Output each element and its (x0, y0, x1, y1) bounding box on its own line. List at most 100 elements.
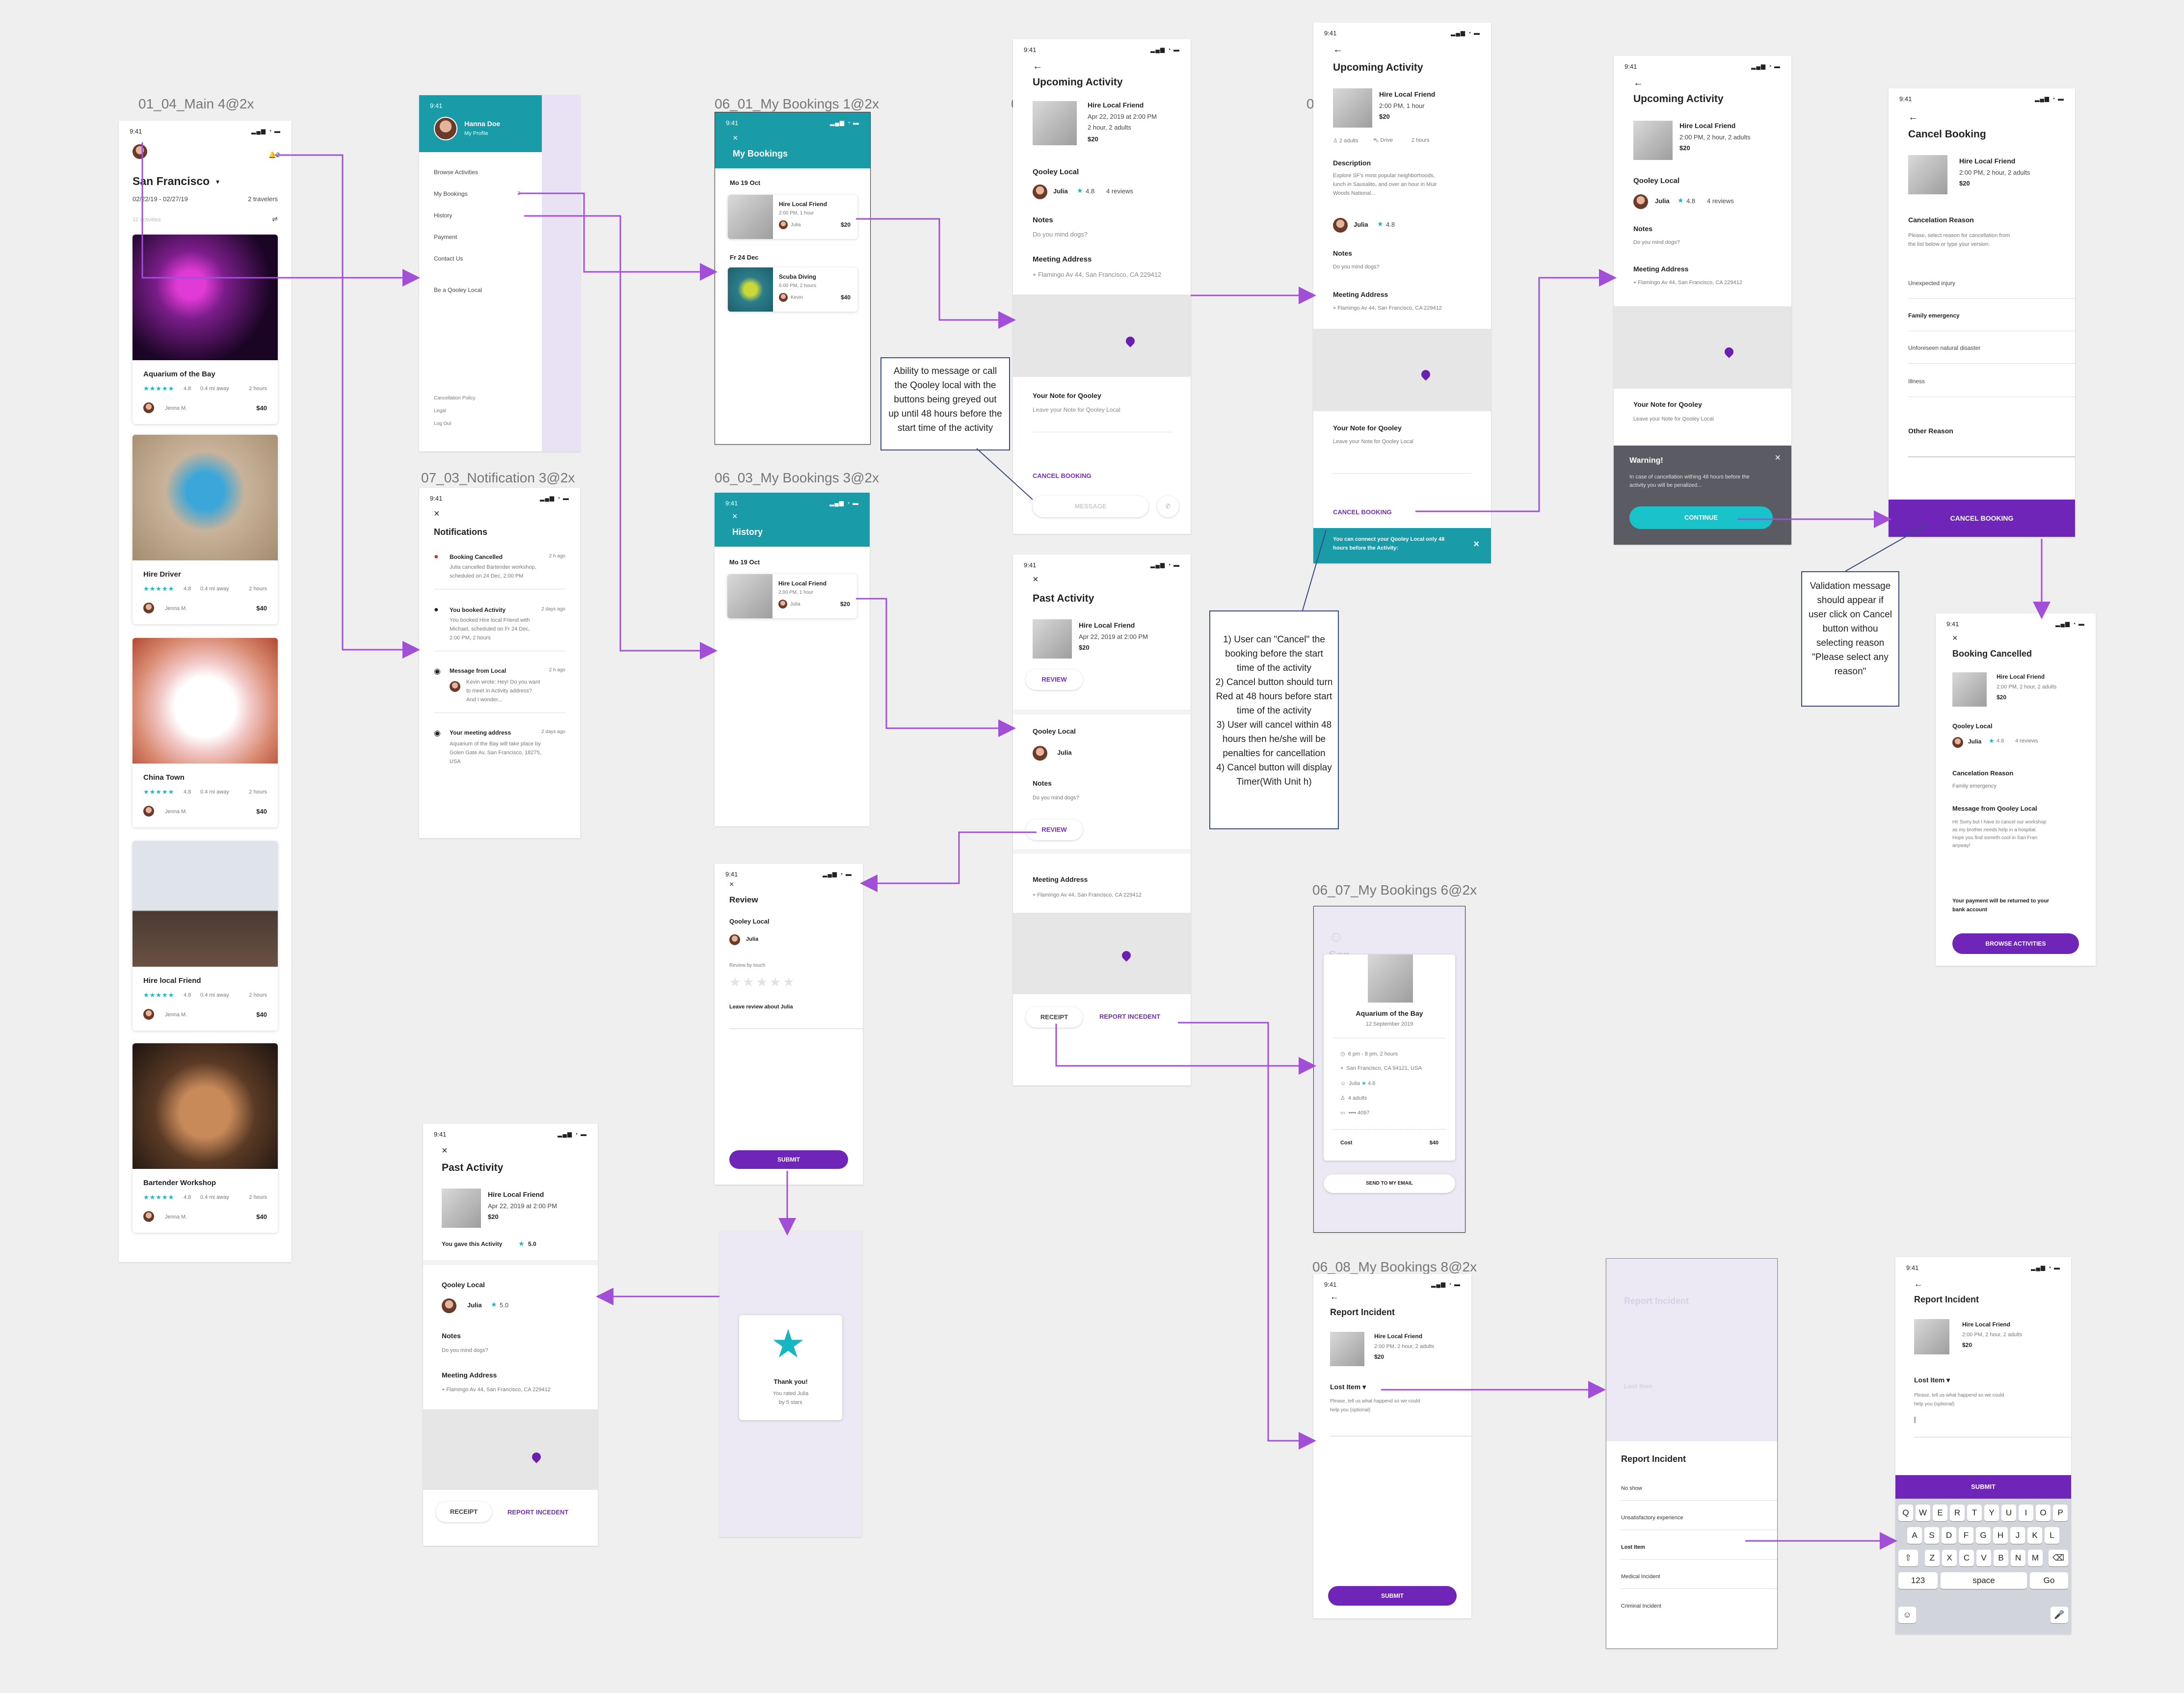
booking-item[interactable]: Hire Local Friend 2:00 PM, 1 hour Julia … (728, 195, 857, 239)
menu-item-payment[interactable]: Payment (434, 234, 457, 240)
review-button[interactable]: REVIEW (1026, 669, 1083, 690)
key-u[interactable]: U (2001, 1505, 2016, 1521)
reason-option[interactable]: Unexpected injury (1908, 280, 1955, 287)
key-i[interactable]: I (2019, 1505, 2033, 1521)
key-m[interactable]: M (2028, 1550, 2043, 1566)
notification-title[interactable]: You booked Activity (450, 607, 506, 613)
cancel-booking-button[interactable]: CANCEL BOOKING (1033, 472, 1092, 479)
note-input[interactable]: Leave your Note for Qooley Local (1333, 439, 1413, 445)
message-button[interactable]: MESSAGE (1033, 496, 1148, 517)
avatar[interactable] (434, 117, 457, 140)
menu-item-contact[interactable]: Contact Us (434, 255, 463, 262)
receipt-button[interactable]: RECEIPT (1026, 1007, 1083, 1028)
key-d[interactable]: D (1942, 1527, 1956, 1544)
key-h[interactable]: H (1993, 1527, 2008, 1544)
profile-link[interactable]: My Profile (464, 131, 488, 136)
key-123[interactable]: 123 (1898, 1572, 1938, 1589)
activity-card[interactable]: Hire Driver ★★★★★ 4.8 0.4 mi away 2 hour… (133, 435, 278, 624)
avatar[interactable] (133, 144, 147, 159)
date-range[interactable]: 02/22/19 - 02/27/19 (133, 195, 188, 203)
reason-option[interactable]: Unforeseen natural disaster (1908, 344, 1980, 351)
close-icon[interactable]: × (442, 1145, 448, 1157)
cancel-booking-button[interactable]: CANCEL BOOKING (1333, 508, 1392, 516)
key-j[interactable]: J (2010, 1527, 2025, 1544)
close-icon[interactable]: × (729, 880, 734, 889)
key-s[interactable]: S (1924, 1527, 1939, 1544)
other-reason-input[interactable] (1908, 456, 2075, 457)
back-arrow-icon[interactable]: ← (1908, 112, 1918, 123)
incident-option[interactable]: Unsatisfactory experience (1621, 1515, 1683, 1521)
reason-option[interactable]: Illness (1908, 378, 1925, 385)
report-incident-button[interactable]: REPORT INCEDENT (1099, 1013, 1160, 1020)
key-l[interactable]: L (2045, 1527, 2059, 1544)
submit-button[interactable]: SUBMIT (1328, 1586, 1457, 1606)
back-arrow-icon[interactable]: ← (1333, 44, 1343, 55)
send-email-button[interactable]: SEND TO MY EMAIL (1324, 1174, 1455, 1193)
local-avatar[interactable] (1633, 194, 1648, 209)
key-c[interactable]: C (1959, 1550, 1974, 1566)
review-button[interactable]: REVIEW (1026, 820, 1083, 840)
receipt-button[interactable]: RECEIPT (436, 1502, 492, 1522)
map[interactable] (1614, 306, 1791, 389)
activity-card[interactable]: Aquarium of the Bay ★★★★★ 4.8 0.4 mi awa… (133, 235, 278, 424)
notification-title[interactable]: Booking Cancelled (450, 554, 503, 560)
mic-icon[interactable]: 🎤 (2051, 1607, 2068, 1623)
key-e[interactable]: E (1933, 1505, 1947, 1521)
activity-card[interactable]: Bartender Workshop ★★★★★ 4.8 0.4 mi away… (133, 1043, 278, 1233)
key-n[interactable]: N (2011, 1550, 2025, 1566)
key-z[interactable]: Z (1925, 1550, 1940, 1566)
local-avatar[interactable] (1333, 218, 1348, 233)
local-avatar[interactable] (442, 1298, 456, 1313)
back-arrow-icon[interactable]: ← (1633, 78, 1643, 89)
key-y[interactable]: Y (1984, 1505, 1999, 1521)
map[interactable] (1013, 913, 1191, 994)
key-a[interactable]: A (1907, 1527, 1922, 1544)
star-rating-input[interactable]: ★★★★★ (729, 975, 797, 990)
menu-footer-logout[interactable]: Log Out (434, 421, 452, 426)
key-f[interactable]: F (1959, 1527, 1973, 1544)
map[interactable] (1313, 329, 1491, 411)
close-icon[interactable]: × (1473, 539, 1479, 550)
submit-button[interactable]: SUBMIT (729, 1150, 848, 1169)
close-icon[interactable]: × (732, 511, 738, 522)
close-icon[interactable]: × (1775, 452, 1781, 464)
activity-card[interactable]: Hire local Friend ★★★★★ 4.8 0.4 mi away … (133, 841, 278, 1031)
key-b[interactable]: B (1994, 1550, 2008, 1566)
key-r[interactable]: R (1950, 1505, 1965, 1521)
key-go[interactable]: Go (2030, 1572, 2068, 1589)
reason-option-selected[interactable]: Family emergency (1908, 312, 1960, 319)
backspace-key-icon[interactable]: ⌫ (2049, 1550, 2068, 1566)
key-space[interactable]: space (1941, 1572, 2027, 1589)
note-input[interactable]: Leave your Note for Qooley Local (1033, 406, 1120, 413)
activity-card[interactable]: China Town ★★★★★ 4.8 0.4 mi away 2 hours… (133, 638, 278, 827)
local-avatar[interactable] (1033, 185, 1047, 199)
filter-icon[interactable]: ⇌ (272, 215, 278, 223)
submit-button[interactable]: SUBMIT (1895, 1475, 2071, 1499)
key-g[interactable]: G (1976, 1527, 1991, 1544)
continue-button[interactable]: CONTINUE (1629, 506, 1773, 529)
menu-item-history[interactable]: History (434, 212, 452, 219)
menu-footer-cancellation[interactable]: Cancellation Policy (434, 396, 476, 401)
cancel-booking-button[interactable]: CANCEL BOOKING (1889, 500, 2075, 537)
menu-item-browse[interactable]: Browse Activities (434, 169, 478, 176)
chevron-down-icon[interactable]: ▾ (216, 178, 219, 186)
map[interactable] (1013, 294, 1191, 377)
incident-option[interactable]: Medical Incident (1621, 1574, 1660, 1580)
key-x[interactable]: X (1942, 1550, 1957, 1566)
key-w[interactable]: W (1916, 1505, 1930, 1521)
back-arrow-icon[interactable]: ← (1033, 61, 1042, 72)
incident-option[interactable]: No show (1621, 1485, 1642, 1491)
bell-icon[interactable]: 🔔2 (268, 151, 280, 159)
menu-item-be-local[interactable]: Be a Qooley Local (434, 287, 482, 293)
travelers-count[interactable]: 2 travelers (248, 195, 278, 203)
menu-item-bookings[interactable]: My Bookings (434, 190, 468, 197)
key-o[interactable]: O (2036, 1505, 2051, 1521)
key-k[interactable]: K (2027, 1527, 2042, 1544)
city-title[interactable]: San Francisco (133, 175, 210, 188)
back-arrow-icon[interactable]: ← (1330, 1292, 1339, 1302)
notification-title[interactable]: Message from Local (450, 667, 506, 674)
close-icon[interactable]: × (733, 133, 738, 143)
incident-option-selected[interactable]: Lost Item (1621, 1544, 1645, 1550)
local-avatar[interactable] (1033, 746, 1047, 761)
back-arrow-icon[interactable]: ← (1914, 1279, 1923, 1289)
